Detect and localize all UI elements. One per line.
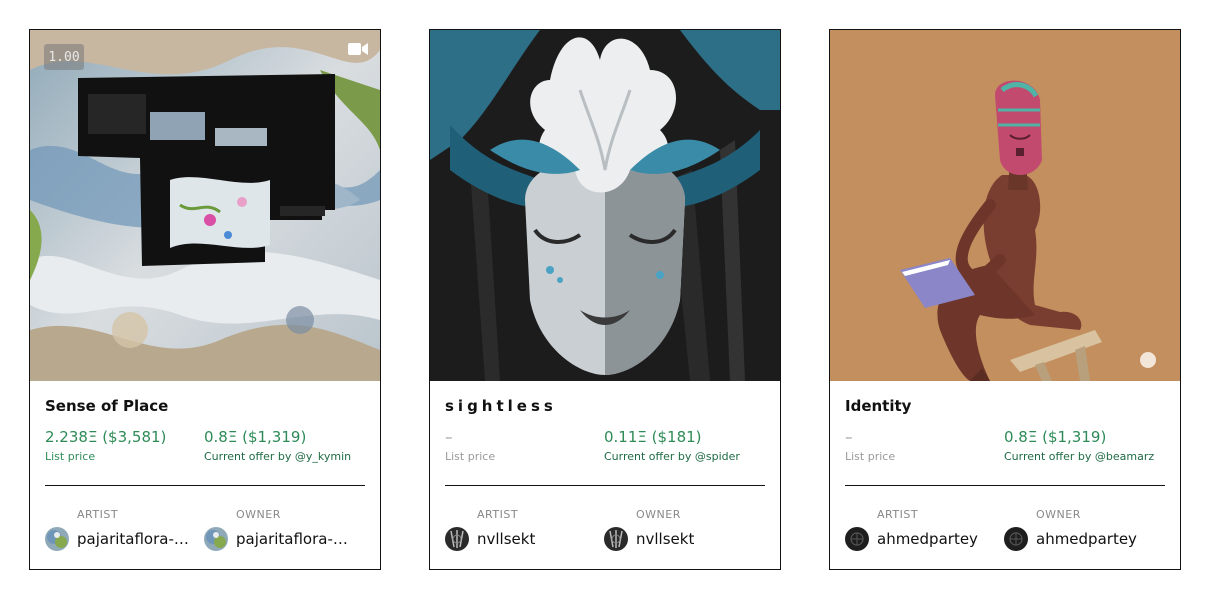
avatar xyxy=(845,527,869,551)
owner-label: OWNER xyxy=(1036,508,1081,521)
artist-name[interactable]: nvllsekt xyxy=(477,530,535,548)
artist-label: ARTIST xyxy=(877,508,919,521)
current-offer-label[interactable]: Current offer by @y_kymin xyxy=(204,450,351,463)
artist-label: ARTIST xyxy=(77,508,119,521)
divider xyxy=(445,485,765,486)
artwork-image[interactable] xyxy=(430,30,780,381)
avatar xyxy=(45,527,69,551)
divider xyxy=(45,485,365,486)
owner-name[interactable]: nvllsekt xyxy=(636,530,694,548)
artwork-title[interactable]: Sense of Place xyxy=(45,397,168,415)
artwork-title[interactable]: sightless xyxy=(445,397,557,415)
list-price-label: List price xyxy=(45,450,96,463)
current-offer-label[interactable]: Current offer by @beamarz xyxy=(1004,450,1154,463)
artist-link[interactable]: pajaritaflora-di… xyxy=(45,526,195,552)
owner-name[interactable]: ahmedpartey xyxy=(1036,530,1137,548)
owner-label: OWNER xyxy=(636,508,681,521)
artist-name[interactable]: pajaritaflora-di… xyxy=(77,530,195,548)
list-price: 2.238Ξ ($3,581) xyxy=(45,428,167,446)
owner-link[interactable]: nvllsekt xyxy=(604,526,694,552)
artwork-image[interactable] xyxy=(830,30,1180,381)
blue-flower-portrait-artwork xyxy=(430,30,780,381)
owner-label: OWNER xyxy=(236,508,281,521)
owner-name[interactable]: pajaritaflora-di… xyxy=(236,530,354,548)
current-offer-label[interactable]: Current offer by @spider xyxy=(604,450,740,463)
version-badge: 1.00 xyxy=(44,44,84,70)
list-price-label: List price xyxy=(845,450,896,463)
avatar xyxy=(204,527,228,551)
avatar xyxy=(604,527,628,551)
artist-link[interactable]: nvllsekt xyxy=(445,526,535,552)
artwork-card[interactable]: Identity – 0.8Ξ ($1,319) List price Curr… xyxy=(829,29,1181,570)
avatar xyxy=(1004,527,1028,551)
artist-label: ARTIST xyxy=(477,508,519,521)
owner-link[interactable]: ahmedpartey xyxy=(1004,526,1137,552)
current-offer-price: 0.8Ξ ($1,319) xyxy=(1004,428,1107,446)
list-price: – xyxy=(845,428,853,446)
divider xyxy=(845,485,1165,486)
artwork-image[interactable] xyxy=(30,30,380,381)
avatar xyxy=(445,527,469,551)
artwork-card[interactable]: 1.00 Sense of Place 2.238Ξ ($3,581) 0.8Ξ… xyxy=(29,29,381,570)
owner-link[interactable]: pajaritaflora-di… xyxy=(204,526,354,552)
artist-link[interactable]: ahmedpartey xyxy=(845,526,978,552)
list-price: – xyxy=(445,428,453,446)
video-camera-icon xyxy=(348,41,368,55)
masked-figure-reading-artwork xyxy=(830,30,1180,381)
current-offer-price: 0.8Ξ ($1,319) xyxy=(204,428,307,446)
abstract-marbled-artwork xyxy=(30,30,380,381)
list-price-label: List price xyxy=(445,450,496,463)
current-offer-price: 0.11Ξ ($181) xyxy=(604,428,702,446)
artwork-card[interactable]: sightless – 0.11Ξ ($181) List price Curr… xyxy=(429,29,781,570)
artwork-title[interactable]: Identity xyxy=(845,397,911,415)
artist-name[interactable]: ahmedpartey xyxy=(877,530,978,548)
